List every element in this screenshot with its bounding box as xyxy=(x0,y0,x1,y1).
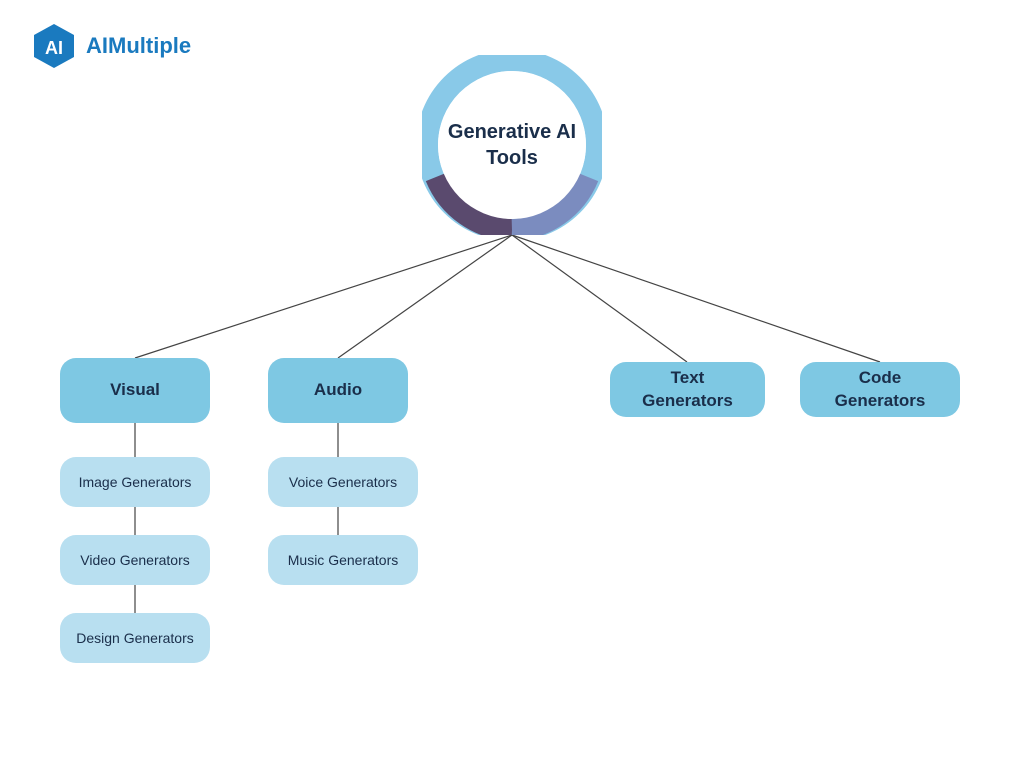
node-image-generators: Image Generators xyxy=(60,457,210,507)
node-audio: Audio xyxy=(268,358,408,423)
node-text-generators: Text Generators xyxy=(610,362,765,417)
node-code-generators: Code Generators xyxy=(800,362,960,417)
center-text: Generative AI Tools xyxy=(422,119,602,171)
node-voice-generators: Voice Generators xyxy=(268,457,418,507)
node-design-generators: Design Generators xyxy=(60,613,210,663)
svg-text:AI: AI xyxy=(45,38,63,58)
center-label: Generative AI Tools xyxy=(422,55,602,235)
logo-multiple: Multiple xyxy=(108,33,191,58)
node-music-generators: Music Generators xyxy=(268,535,418,585)
node-video-generators: Video Generators xyxy=(60,535,210,585)
node-visual: Visual xyxy=(60,358,210,423)
logo-ai: AI xyxy=(86,33,108,58)
logo: AI AIMultiple xyxy=(30,22,191,70)
logo-text: AIMultiple xyxy=(86,33,191,59)
logo-icon: AI xyxy=(30,22,78,70)
